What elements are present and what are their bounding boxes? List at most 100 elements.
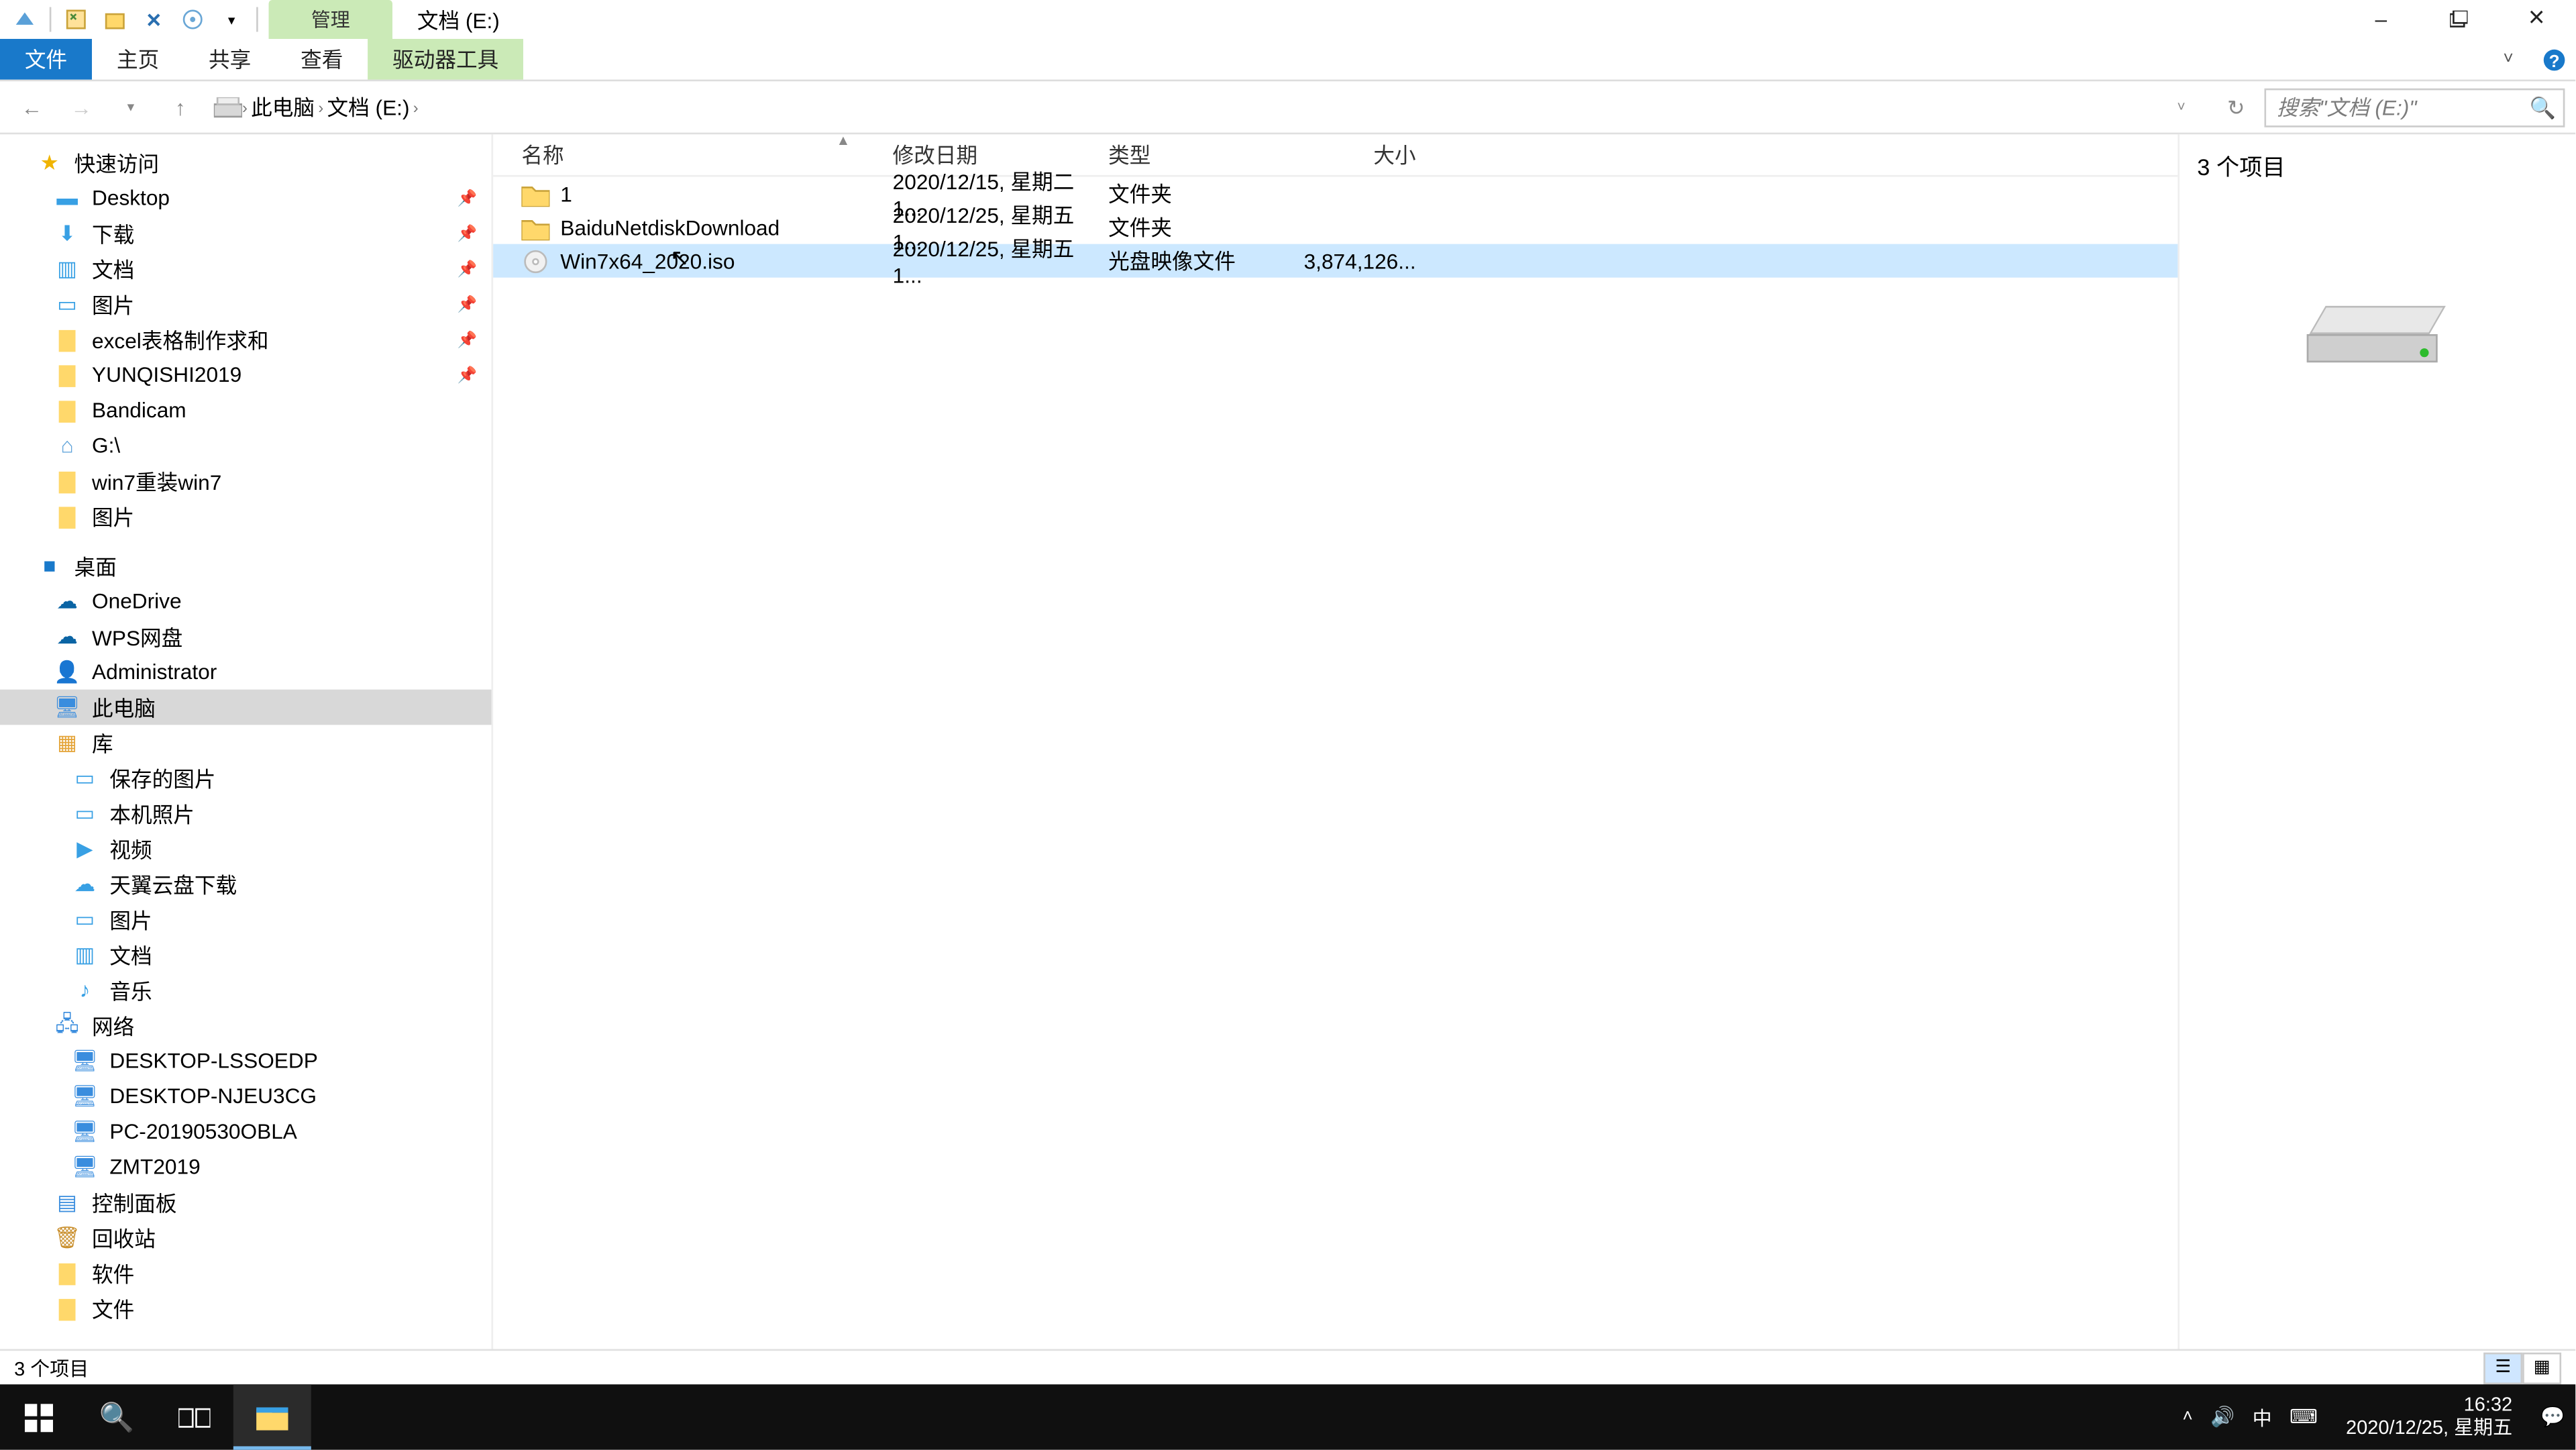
back-button[interactable]: ← <box>11 86 53 128</box>
col-size[interactable]: 大小 <box>1285 140 1427 170</box>
qat-newfolder-icon[interactable] <box>97 2 133 38</box>
ribbon-tabs: 文件 主页 共享 查看 驱动器工具 ˅ ? <box>0 39 2575 81</box>
tree-recycle[interactable]: 🗑回收站 <box>0 1220 492 1255</box>
pin-icon: 📌 <box>458 259 478 278</box>
tree-network[interactable]: 🖧网络 <box>0 1008 492 1043</box>
explorer-taskbar-icon[interactable] <box>233 1384 311 1449</box>
tray-overflow-icon[interactable]: ˄ <box>2182 1407 2192 1427</box>
view-details-button[interactable]: ☰ <box>2483 1351 2522 1383</box>
search-button[interactable]: 🔍 <box>78 1384 156 1449</box>
ime-indicator[interactable]: 中 <box>2253 1403 2272 1431</box>
tree-qa-item[interactable]: ⬇下载📌 <box>0 215 492 251</box>
tree-files[interactable]: ▇文件 <box>0 1291 492 1327</box>
refresh-button[interactable]: ↻ <box>2215 86 2257 128</box>
tree-lib-item[interactable]: ♪音乐 <box>0 972 492 1008</box>
forward-button[interactable]: → <box>60 86 103 128</box>
tab-file[interactable]: 文件 <box>0 39 92 80</box>
col-name[interactable]: 名称▲ <box>493 140 893 170</box>
download-icon: ⬇ <box>53 221 81 246</box>
pc-icon: 🖥 <box>53 695 81 720</box>
qat-delete-icon[interactable]: × <box>136 2 172 38</box>
col-date[interactable]: 修改日期 <box>893 140 1108 170</box>
tree-qa-item[interactable]: ▇win7重装win7 <box>0 463 492 499</box>
folder-icon: ▇ <box>53 1261 81 1286</box>
status-text: 3 个项目 <box>14 1353 89 1382</box>
file-row[interactable]: 1 2020/12/15, 星期二 1... 文件夹 <box>493 177 2178 211</box>
tree-net-item[interactable]: 🖥DESKTOP-LSSOEDP <box>0 1043 492 1079</box>
pin-icon: 📌 <box>458 295 478 314</box>
nav-bar: ← → ▾ ↑ › 此电脑 › 文档 (E:) › ˅ ↻ 搜索"文档 (E:)… <box>0 81 2575 134</box>
tree-net-item[interactable]: 🖥ZMT2019 <box>0 1149 492 1185</box>
tree-this-pc[interactable]: 🖥此电脑 <box>0 690 492 725</box>
tree-wps[interactable]: ☁WPS网盘 <box>0 619 492 654</box>
search-input[interactable]: 搜索"文档 (E:)" 🔍 <box>2264 87 2565 126</box>
tab-drive-tools[interactable]: 驱动器工具 <box>368 39 523 80</box>
taskbar: 🔍 ˄ 🔊 中 ⌨ 16:32 2020/12/25, 星期五 💬 <box>0 1384 2575 1449</box>
app-icon[interactable] <box>7 2 43 38</box>
tree-lib-item[interactable]: ▭保存的图片 <box>0 760 492 796</box>
tree-qa-item[interactable]: ▇YUNQISHI2019📌 <box>0 357 492 393</box>
tree-qa-item[interactable]: ▥文档📌 <box>0 251 492 287</box>
qat-properties-icon[interactable] <box>58 2 94 38</box>
library-icon: ▦ <box>53 730 81 755</box>
tree-lib-item[interactable]: ▭本机照片 <box>0 796 492 831</box>
tree-net-item[interactable]: 🖥DESKTOP-NJEU3CG <box>0 1078 492 1114</box>
clock[interactable]: 16:32 2020/12/25, 星期五 <box>2335 1394 2523 1441</box>
qat-dropdown-icon[interactable]: ▾ <box>214 2 250 38</box>
ribbon-collapse-icon[interactable]: ˅ <box>2491 39 2526 80</box>
tree-control-panel[interactable]: ▤控制面板 <box>0 1184 492 1220</box>
col-type[interactable]: 类型 <box>1108 140 1285 170</box>
tree-lib-item[interactable]: ▭图片 <box>0 902 492 937</box>
help-icon[interactable]: ? <box>2533 39 2575 80</box>
crumb-this-pc[interactable]: 此电脑 <box>248 92 318 122</box>
status-bar: 3 个项目 ☰ ▦ <box>0 1349 2575 1385</box>
volume-icon[interactable]: 🔊 <box>2210 1406 2235 1429</box>
tree-onedrive[interactable]: ☁OneDrive <box>0 584 492 619</box>
tree-lib-item[interactable]: ▶视频 <box>0 831 492 866</box>
folder-icon: ▇ <box>53 504 81 529</box>
tree-software[interactable]: ▇软件 <box>0 1255 492 1291</box>
file-list: 名称▲ 修改日期 类型 大小 1 2020/12/15, 星期二 1... 文件… <box>492 134 2178 1418</box>
qat-settings-icon[interactable] <box>175 2 211 38</box>
tree-qa-item[interactable]: ▇图片 <box>0 499 492 534</box>
tree-libraries[interactable]: ▦库 <box>0 725 492 760</box>
tree-lib-item[interactable]: ☁天翼云盘下载 <box>0 866 492 902</box>
up-button[interactable]: ↑ <box>159 86 201 128</box>
task-view-button[interactable] <box>156 1384 233 1449</box>
file-row[interactable]: BaiduNetdiskDownload 2020/12/25, 星期五 1..… <box>493 211 2178 244</box>
tree-qa-item[interactable]: ▬Desktop📌 <box>0 180 492 216</box>
sort-indicator-icon: ▲ <box>837 133 851 149</box>
system-tray: ˄ 🔊 中 ⌨ 16:32 2020/12/25, 星期五 💬 <box>2172 1384 2576 1449</box>
tree-qa-item[interactable]: ▇excel表格制作求和📌 <box>0 322 492 358</box>
minimize-button[interactable]: – <box>2342 0 2420 39</box>
recent-dropdown-icon[interactable]: ▾ <box>109 86 152 128</box>
tab-view[interactable]: 查看 <box>276 39 368 80</box>
recycle-icon: 🗑 <box>53 1225 81 1250</box>
pictures-icon: ▭ <box>70 766 99 790</box>
maximize-button[interactable] <box>2420 0 2498 39</box>
network-icon: 🖧 <box>53 1007 81 1044</box>
view-icons-button[interactable]: ▦ <box>2522 1351 2561 1383</box>
tree-quick-access[interactable]: ★快速访问 <box>0 145 492 180</box>
tree-qa-item[interactable]: ▇Bandicam <box>0 393 492 428</box>
tree-qa-item[interactable]: ⌂G:\ <box>0 428 492 464</box>
tree-lib-item[interactable]: ▥文档 <box>0 937 492 973</box>
close-button[interactable]: × <box>2498 0 2575 39</box>
tab-share[interactable]: 共享 <box>184 39 276 80</box>
search-icon[interactable]: 🔍 <box>2530 95 2556 119</box>
crumb-drive[interactable]: 文档 (E:) <box>323 92 413 122</box>
file-row[interactable]: Win7x64_2020.iso 2020/12/25, 星期五 1... 光盘… <box>493 244 2178 278</box>
input-switch-icon[interactable]: ⌨ <box>2290 1406 2318 1429</box>
tree-net-item[interactable]: 🖥PC-20190530OBLA <box>0 1114 492 1149</box>
tray-time: 16:32 <box>2464 1394 2513 1417</box>
action-center-icon[interactable]: 💬 <box>2540 1406 2565 1429</box>
tree-desktop[interactable]: ■桌面 <box>0 548 492 584</box>
tree-qa-item[interactable]: ▭图片📌 <box>0 287 492 322</box>
address-dropdown-icon[interactable]: ˅ <box>2160 86 2202 128</box>
address-bar[interactable]: › 此电脑 › 文档 (E:) › ˅ <box>209 87 2208 126</box>
tab-home[interactable]: 主页 <box>92 39 184 80</box>
start-button[interactable] <box>0 1384 78 1449</box>
tree-user[interactable]: 👤Administrator <box>0 654 492 690</box>
video-icon: ▶ <box>70 836 99 861</box>
nav-tree: ★快速访问 ▬Desktop📌 ⬇下载📌 ▥文档📌 ▭图片📌 ▇excel表格制… <box>0 134 492 1418</box>
